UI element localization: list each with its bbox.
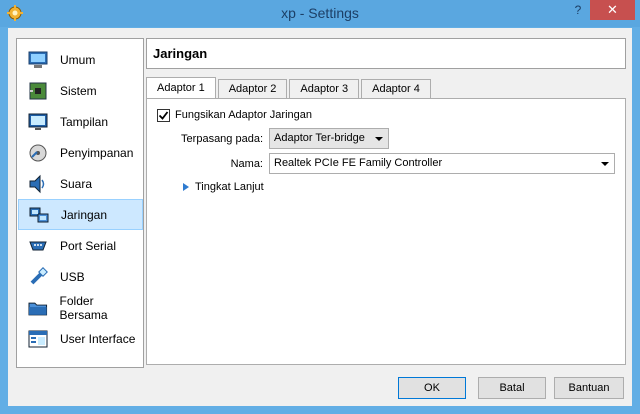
sidebar-item-general[interactable]: Umum xyxy=(18,44,143,75)
advanced-label: Tingkat Lanjut xyxy=(195,181,264,193)
monitor-icon xyxy=(28,51,48,68)
sidebar-item-audio[interactable]: Suara xyxy=(18,168,143,199)
help-title-button[interactable]: ? xyxy=(570,3,586,19)
display-icon xyxy=(28,113,48,130)
sidebar-item-display[interactable]: Tampilan xyxy=(18,106,143,137)
help-button[interactable]: Bantuan xyxy=(554,377,624,399)
sidebar-item-serial-port[interactable]: Port Serial xyxy=(18,230,143,261)
serial-port-icon xyxy=(29,241,47,250)
adapter-tabs: Adaptor 1 Adaptor 2 Adaptor 3 Adaptor 4 xyxy=(146,77,433,99)
sidebar-item-label: Folder Bersama xyxy=(59,293,108,322)
sidebar-item-label: Jaringan xyxy=(61,207,108,222)
sidebar-item-network[interactable]: Jaringan xyxy=(18,199,143,230)
chevron-down-icon xyxy=(375,137,383,141)
settings-sidebar: Umum Sistem Tampilan Penyimpanan Suara J… xyxy=(16,38,144,368)
sidebar-item-shared-folders[interactable]: Folder Bersama xyxy=(18,292,143,323)
sidebar-item-label: User Interface xyxy=(60,331,136,346)
close-button[interactable]: ✕ xyxy=(590,0,635,20)
attached-to-value: Adaptor Ter-bridge xyxy=(274,132,365,144)
network-icon xyxy=(29,207,49,222)
sidebar-item-system[interactable]: Sistem xyxy=(18,75,143,106)
checkmark-icon xyxy=(158,111,169,120)
chip-icon xyxy=(29,82,47,99)
attached-to-select[interactable]: Adaptor Ter-bridge xyxy=(269,128,389,149)
enable-adapter-label[interactable]: Fungsikan Adaptor Jaringan xyxy=(175,109,312,121)
tab-adapter-3[interactable]: Adaptor 3 xyxy=(289,79,360,99)
tab-adapter-2[interactable]: Adaptor 2 xyxy=(217,79,288,99)
adapter-name-select[interactable]: Realtek PCIe FE Family Controller xyxy=(269,153,615,174)
sidebar-item-usb[interactable]: USB xyxy=(18,261,143,292)
usb-icon xyxy=(30,266,48,284)
chevron-down-icon xyxy=(601,162,609,166)
sidebar-item-label: Port Serial xyxy=(60,238,117,253)
sidebar-item-label: Penyimpanan xyxy=(60,145,134,160)
tab-adapter-4[interactable]: Adaptor 4 xyxy=(361,79,431,99)
sidebar-item-storage[interactable]: Penyimpanan xyxy=(18,137,143,168)
tab-adapter-1[interactable]: Adaptor 1 xyxy=(146,77,216,99)
dialog-body: Umum Sistem Tampilan Penyimpanan Suara J… xyxy=(8,28,632,406)
adapter-settings-panel: Fungsikan Adaptor Jaringan Terpasang pad… xyxy=(146,98,626,365)
page-header: Jaringan xyxy=(146,38,626,69)
ok-button[interactable]: OK xyxy=(398,377,466,399)
disk-icon xyxy=(29,144,47,161)
enable-adapter-checkbox[interactable] xyxy=(157,109,170,122)
speaker-icon xyxy=(29,174,45,193)
sidebar-item-label: Tampilan xyxy=(60,114,109,129)
adapter-name-value: Realtek PCIe FE Family Controller xyxy=(274,157,443,169)
sidebar-item-label: Suara xyxy=(60,176,93,191)
sidebar-item-user-interface[interactable]: User Interface xyxy=(18,323,143,354)
page-title: Jaringan xyxy=(153,46,208,61)
advanced-expander[interactable]: Tingkat Lanjut xyxy=(183,181,264,193)
folder-icon xyxy=(28,302,48,315)
settings-window: xp - Settings ? ✕ Umum Sistem Tampilan P… xyxy=(0,0,640,414)
sidebar-item-label: Sistem xyxy=(60,83,97,98)
expand-arrow-icon xyxy=(183,183,189,191)
cancel-button[interactable]: Batal xyxy=(478,377,546,399)
title-bar[interactable]: xp - Settings ? ✕ xyxy=(0,0,640,27)
attached-to-label: Terpasang pada: xyxy=(181,133,263,145)
ui-icon xyxy=(28,330,48,347)
sidebar-item-label: Umum xyxy=(60,52,96,67)
sidebar-item-label: USB xyxy=(60,269,85,284)
window-title: xp - Settings xyxy=(281,5,359,21)
name-label: Nama: xyxy=(230,158,263,170)
